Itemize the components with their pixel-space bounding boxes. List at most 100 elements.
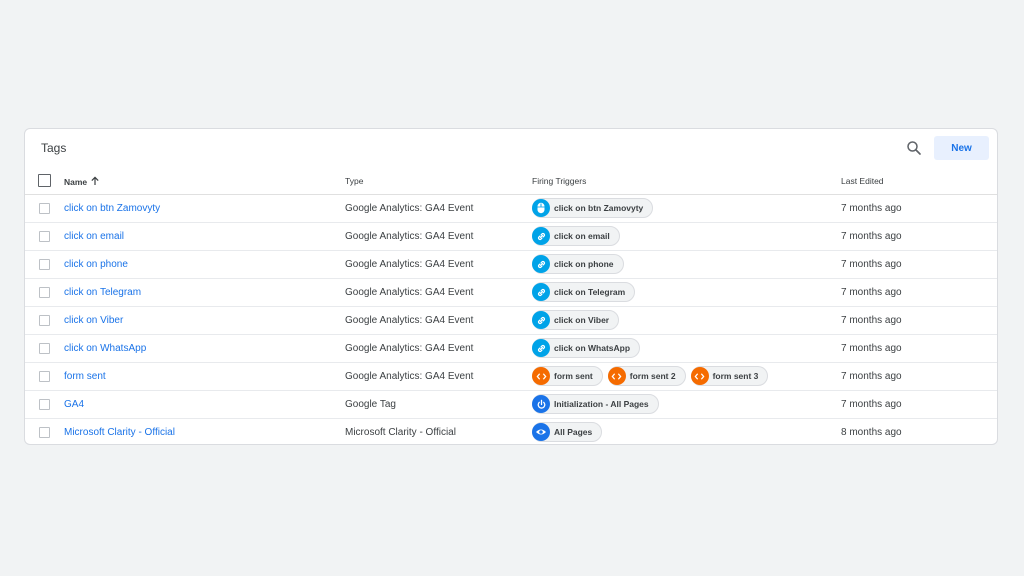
- trigger-chip[interactable]: click on btn Zamovyty: [532, 198, 654, 218]
- last-edited: 7 months ago: [841, 259, 902, 270]
- column-header-name-label: Name: [64, 177, 88, 187]
- firing-triggers: All Pages: [532, 422, 603, 442]
- tag-type: Microsoft Clarity - Official: [345, 427, 456, 438]
- trigger-chip-label: click on phone: [554, 259, 614, 269]
- firing-triggers: click on email: [532, 226, 620, 246]
- code-icon: [607, 367, 626, 385]
- table-row[interactable]: form sent Google Analytics: GA4 Event form…: [25, 363, 997, 391]
- firing-triggers: click on Telegram: [532, 282, 636, 302]
- row-checkbox[interactable]: [39, 315, 50, 326]
- table-header: Name Type Firing Triggers Last Edited: [25, 167, 997, 195]
- link-icon: [532, 311, 550, 329]
- last-edited: 7 months ago: [841, 371, 902, 382]
- column-header-triggers[interactable]: Firing Triggers: [532, 176, 586, 186]
- trigger-chip-label: form sent 3: [712, 371, 759, 381]
- tag-name-link[interactable]: click on WhatsApp: [64, 343, 146, 354]
- new-button[interactable]: New: [934, 136, 989, 160]
- row-checkbox[interactable]: [39, 371, 50, 382]
- trigger-chip-label: Initialization - All Pages: [554, 399, 649, 409]
- tag-type: Google Analytics: GA4 Event: [345, 343, 474, 354]
- firing-triggers: click on WhatsApp: [532, 338, 641, 358]
- firing-triggers: form sent form sent 2 form sent 3: [532, 366, 769, 386]
- trigger-chip-label: form sent: [554, 371, 593, 381]
- table-row[interactable]: GA4 Google Tag Initialization - All Pages 7…: [25, 391, 997, 419]
- tag-type: Google Analytics: GA4 Event: [345, 231, 474, 242]
- mouse-icon: [532, 199, 550, 217]
- tag-name-link[interactable]: Microsoft Clarity - Official: [64, 427, 175, 438]
- tag-type: Google Analytics: GA4 Event: [345, 203, 474, 214]
- firing-triggers: Initialization - All Pages: [532, 394, 659, 414]
- trigger-chip[interactable]: form sent 3: [690, 366, 769, 386]
- trigger-chip-label: form sent 2: [629, 371, 676, 381]
- last-edited: 7 months ago: [841, 231, 902, 242]
- tag-name-link[interactable]: click on phone: [64, 259, 128, 270]
- tag-name-link[interactable]: click on btn Zamovyty: [64, 203, 160, 214]
- firing-triggers: click on Viber: [532, 310, 620, 330]
- row-checkbox[interactable]: [39, 287, 50, 298]
- code-icon: [532, 367, 550, 385]
- tag-type: Google Analytics: GA4 Event: [345, 259, 474, 270]
- tag-name-link[interactable]: click on Viber: [64, 315, 123, 326]
- tag-type: Google Analytics: GA4 Event: [345, 315, 474, 326]
- link-icon: [532, 339, 550, 357]
- tag-name-link[interactable]: GA4: [64, 399, 84, 410]
- code-icon: [690, 367, 709, 385]
- tag-type: Google Analytics: GA4 Event: [345, 371, 474, 382]
- trigger-chip[interactable]: form sent: [532, 366, 603, 386]
- eye-icon: [532, 423, 550, 441]
- table-row[interactable]: Microsoft Clarity - Official Microsoft Cl…: [25, 419, 997, 447]
- table-row[interactable]: click on phone Google Analytics: GA4 Even…: [25, 251, 997, 279]
- select-all-checkbox[interactable]: [38, 174, 51, 187]
- trigger-chip[interactable]: All Pages: [532, 422, 603, 442]
- last-edited: 7 months ago: [841, 287, 902, 298]
- trigger-chip-label: click on WhatsApp: [554, 343, 631, 353]
- firing-triggers: click on btn Zamovyty: [532, 198, 654, 218]
- last-edited: 7 months ago: [841, 399, 902, 410]
- column-header-last-edited[interactable]: Last Edited: [841, 176, 884, 186]
- row-checkbox[interactable]: [39, 231, 50, 242]
- trigger-chip-label: click on Viber: [554, 315, 610, 325]
- tag-type: Google Tag: [345, 399, 396, 410]
- trigger-chip[interactable]: click on Viber: [532, 310, 620, 330]
- table-row[interactable]: click on WhatsApp Google Analytics: GA4 E…: [25, 335, 997, 363]
- trigger-chip-label: click on btn Zamovyty: [554, 203, 644, 213]
- last-edited: 7 months ago: [841, 315, 902, 326]
- trigger-chip[interactable]: click on phone: [532, 254, 624, 274]
- row-checkbox[interactable]: [39, 399, 50, 410]
- tag-name-link[interactable]: click on email: [64, 231, 124, 242]
- last-edited: 7 months ago: [841, 343, 902, 354]
- trigger-chip[interactable]: click on WhatsApp: [532, 338, 641, 358]
- last-edited: 8 months ago: [841, 427, 902, 438]
- column-header-type[interactable]: Type: [345, 176, 363, 186]
- trigger-chip[interactable]: Initialization - All Pages: [532, 394, 659, 414]
- row-checkbox[interactable]: [39, 427, 50, 438]
- trigger-chip[interactable]: click on email: [532, 226, 620, 246]
- card-title: Tags: [41, 141, 67, 155]
- sort-arrow-up-icon: [90, 176, 100, 188]
- trigger-chip-label: click on Telegram: [554, 287, 626, 297]
- trigger-chip-label: click on email: [554, 231, 610, 241]
- trigger-chip-label: All Pages: [554, 427, 593, 437]
- column-header-name[interactable]: Name: [64, 176, 100, 188]
- search-icon[interactable]: [905, 139, 923, 157]
- tags-card: Tags New Name Type Firing Triggers Last …: [24, 128, 998, 445]
- row-checkbox[interactable]: [39, 343, 50, 354]
- trigger-chip[interactable]: form sent 2: [607, 366, 686, 386]
- tag-name-link[interactable]: form sent: [64, 371, 106, 382]
- table-row[interactable]: click on btn Zamovyty Google Analytics: G…: [25, 195, 997, 223]
- table-row[interactable]: click on Telegram Google Analytics: GA4 E…: [25, 279, 997, 307]
- table-row[interactable]: click on email Google Analytics: GA4 Even…: [25, 223, 997, 251]
- power-icon: [532, 395, 550, 413]
- row-checkbox[interactable]: [39, 259, 50, 270]
- card-header: Tags New: [25, 129, 997, 167]
- firing-triggers: click on phone: [532, 254, 624, 274]
- table-row[interactable]: click on Viber Google Analytics: GA4 Even…: [25, 307, 997, 335]
- trigger-chip[interactable]: click on Telegram: [532, 282, 636, 302]
- link-icon: [532, 227, 550, 245]
- link-icon: [532, 255, 550, 273]
- row-checkbox[interactable]: [39, 203, 50, 214]
- tag-type: Google Analytics: GA4 Event: [345, 287, 474, 298]
- link-icon: [532, 283, 550, 301]
- tag-name-link[interactable]: click on Telegram: [64, 287, 141, 298]
- last-edited: 7 months ago: [841, 203, 902, 214]
